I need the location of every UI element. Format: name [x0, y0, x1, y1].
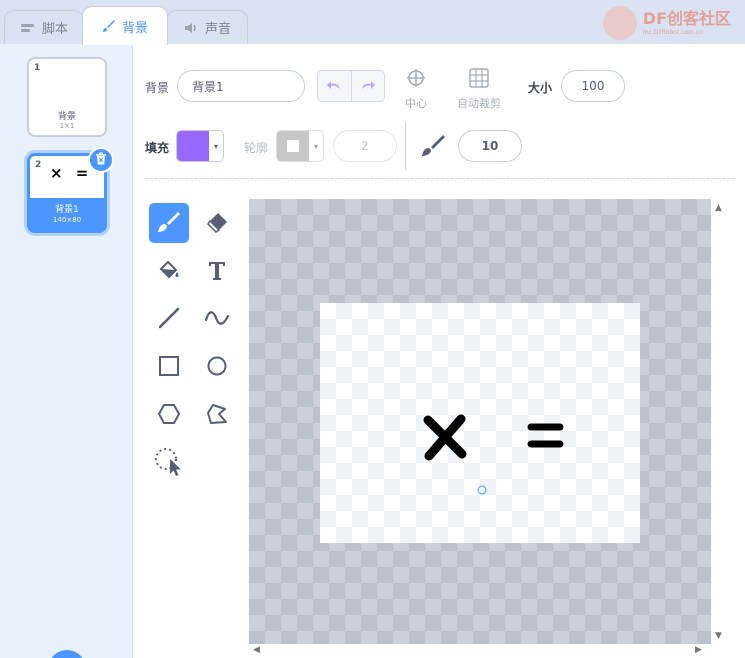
redo-button[interactable]	[350, 71, 385, 101]
auto-crop-button[interactable]: 自动裁剪	[457, 68, 501, 111]
trash-icon	[95, 152, 107, 168]
eraser-icon	[205, 210, 229, 237]
reshape-tool[interactable]	[197, 395, 237, 435]
brush-icon	[157, 210, 181, 237]
multiply-sign-icon	[423, 414, 467, 461]
undo-button[interactable]	[318, 71, 351, 101]
grid-icon	[469, 68, 489, 91]
circle-tool[interactable]	[197, 347, 237, 387]
select-icon	[154, 447, 184, 480]
code-icon	[20, 22, 36, 34]
rotation-center-icon	[477, 485, 487, 495]
outline-color-picker[interactable]: ▾	[276, 130, 324, 162]
tab-backdrops-label: 背景	[121, 20, 148, 36]
undo-redo-group	[317, 70, 385, 102]
rectangle-icon	[158, 355, 180, 380]
rectangle-tool[interactable]	[149, 347, 189, 387]
outline-color-swatch	[277, 131, 309, 161]
delete-backdrop-button[interactable]	[88, 147, 114, 173]
fill-tool[interactable]	[149, 251, 189, 291]
paint-editor: 背景 背景1 中心 自动裁剪 大小 100 填充 ▾ 轮廓 ▾ 2 10 ▲ ▼…	[133, 44, 745, 658]
canvas-drawing	[423, 414, 564, 495]
stage-area[interactable]	[320, 303, 640, 543]
curve-tool[interactable]	[197, 299, 237, 339]
size-label: 大小	[528, 81, 553, 95]
scroll-down-icon[interactable]: ▼	[715, 631, 722, 641]
hexagon-icon	[157, 403, 181, 428]
paint-bucket-icon	[157, 258, 181, 285]
tab-sounds[interactable]: 声音	[166, 10, 248, 44]
backdrop-thumbnail-content: × =	[50, 164, 93, 182]
caret-down-icon: ▾	[313, 141, 318, 151]
watermark-url: mc.DFRobot.com.cn	[642, 28, 704, 36]
scroll-up-icon[interactable]: ▲	[715, 203, 722, 213]
backdrop-size: 140×80	[52, 216, 82, 224]
backdrop-number: 2	[35, 160, 42, 170]
outline-width-input[interactable]: 2	[333, 130, 397, 162]
outline-label: 轮廓	[244, 141, 269, 155]
choose-backdrop-button[interactable]	[48, 650, 86, 658]
backdrop-list: 1 背景 1×1 2 × = 背景1 140×80	[0, 44, 133, 658]
caret-down-icon: ▾	[213, 141, 218, 151]
paint-canvas[interactable]	[249, 199, 711, 644]
backdrop-item-1[interactable]: 1 背景 1×1	[27, 57, 107, 137]
fill-color-picker[interactable]: ▾	[176, 130, 224, 162]
brush-icon	[102, 19, 116, 33]
brush-size-input[interactable]: 10	[458, 130, 522, 162]
center-button[interactable]: 中心	[405, 68, 427, 111]
scroll-right-icon[interactable]: ▶	[695, 645, 702, 655]
select-tool[interactable]	[149, 443, 189, 483]
scroll-left-icon[interactable]: ◀	[253, 645, 260, 655]
tab-code[interactable]: 脚本	[4, 10, 84, 44]
backdrop-name-input[interactable]: 背景1	[177, 70, 305, 102]
text-tool[interactable]	[197, 251, 237, 291]
backdrop-name: 背景1	[55, 205, 79, 215]
auto-crop-label: 自动裁剪	[457, 97, 501, 110]
line-icon	[157, 306, 181, 333]
equals-sign-icon	[527, 423, 564, 448]
brush-tool[interactable]	[149, 203, 189, 243]
size-input[interactable]: 100	[561, 70, 625, 102]
watermark: DF创客社区 mc.DFRobot.com.cn	[602, 6, 731, 40]
tab-code-label: 脚本	[41, 22, 68, 37]
backdrop-name-label: 背景	[145, 81, 170, 95]
fill-color-swatch	[177, 131, 209, 161]
fill-label: 填充	[145, 141, 170, 155]
toolbar-divider	[405, 122, 406, 170]
tab-bar: 脚本 背景 声音 DF创客社区 mc.DFRobot.com.cn	[0, 0, 745, 45]
backdrop-name: 背景	[57, 112, 76, 122]
reshape-icon	[205, 402, 229, 429]
curve-icon	[204, 306, 230, 333]
tab-backdrops[interactable]: 背景	[82, 6, 168, 45]
toolbar-separator	[145, 178, 735, 179]
speaker-icon	[183, 21, 199, 35]
undo-icon	[326, 79, 342, 94]
backdrop-size: 1×1	[59, 122, 75, 130]
circle-icon	[206, 355, 228, 380]
polygon-tool[interactable]	[149, 395, 189, 435]
backdrop-number: 1	[34, 63, 41, 73]
vertical-scrollbar[interactable]: ▲ ▼	[711, 199, 729, 644]
watermark-brand: DF创客社区	[642, 8, 731, 28]
horizontal-scrollbar[interactable]: ◀ ▶	[249, 644, 711, 658]
redo-icon	[360, 79, 376, 94]
eraser-tool[interactable]	[197, 203, 237, 243]
brush-size-icon	[420, 133, 446, 162]
tab-sounds-label: 声音	[204, 22, 231, 37]
crosshair-icon	[406, 68, 426, 91]
line-tool[interactable]	[149, 299, 189, 339]
center-label: 中心	[405, 97, 427, 110]
watermark-logo-icon	[602, 6, 637, 40]
text-icon	[205, 258, 229, 285]
